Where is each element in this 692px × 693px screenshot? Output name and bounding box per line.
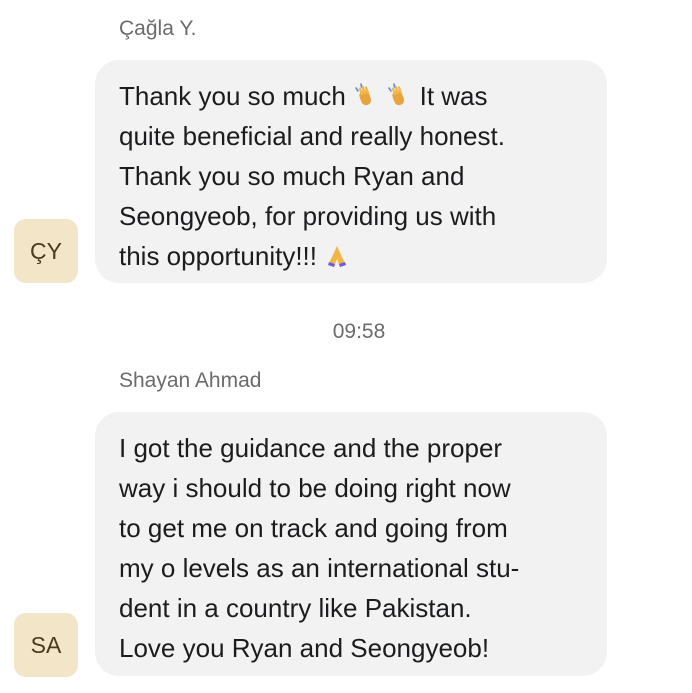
message-line: to get me on track and going from [119, 513, 508, 543]
message-timestamp: 09:58 [332, 320, 386, 343]
folded-hands-icon [324, 240, 350, 267]
clapping-hands-icon [386, 80, 412, 106]
avatar[interactable]: ÇY [14, 219, 78, 283]
message-text: this opportunity!!! [119, 241, 317, 271]
message-line: Thank you so much It was [119, 76, 587, 116]
message-line: dent in a country like Pakistan. [119, 593, 472, 623]
sender-name: Çağla Y. [119, 17, 197, 40]
message-line: quite beneficial and really honest. [119, 121, 505, 151]
message-line: Thank you so much Ryan and [119, 161, 465, 191]
message-bubble[interactable]: Thank you so much It was quite beneficia… [95, 60, 607, 283]
message-line: way i should to be doing right now [119, 473, 511, 503]
message-line: this opportunity!!! [119, 236, 587, 276]
message-text: It was [419, 81, 488, 111]
message-bubble[interactable]: I got the guidance and the proper way i … [95, 412, 607, 676]
avatar[interactable]: SA [14, 613, 78, 677]
message-line: Seongyeob, for providing us with [119, 201, 497, 231]
message-text: Thank you so much [119, 81, 346, 111]
message-line: my o levels as an international stu- [119, 553, 520, 583]
message-line: Love you Ryan and Seongyeob! [119, 633, 490, 663]
clapping-hands-icon [353, 80, 379, 106]
message-line: I got the guidance and the proper [119, 433, 503, 463]
sender-name: Shayan Ahmad [119, 369, 262, 392]
